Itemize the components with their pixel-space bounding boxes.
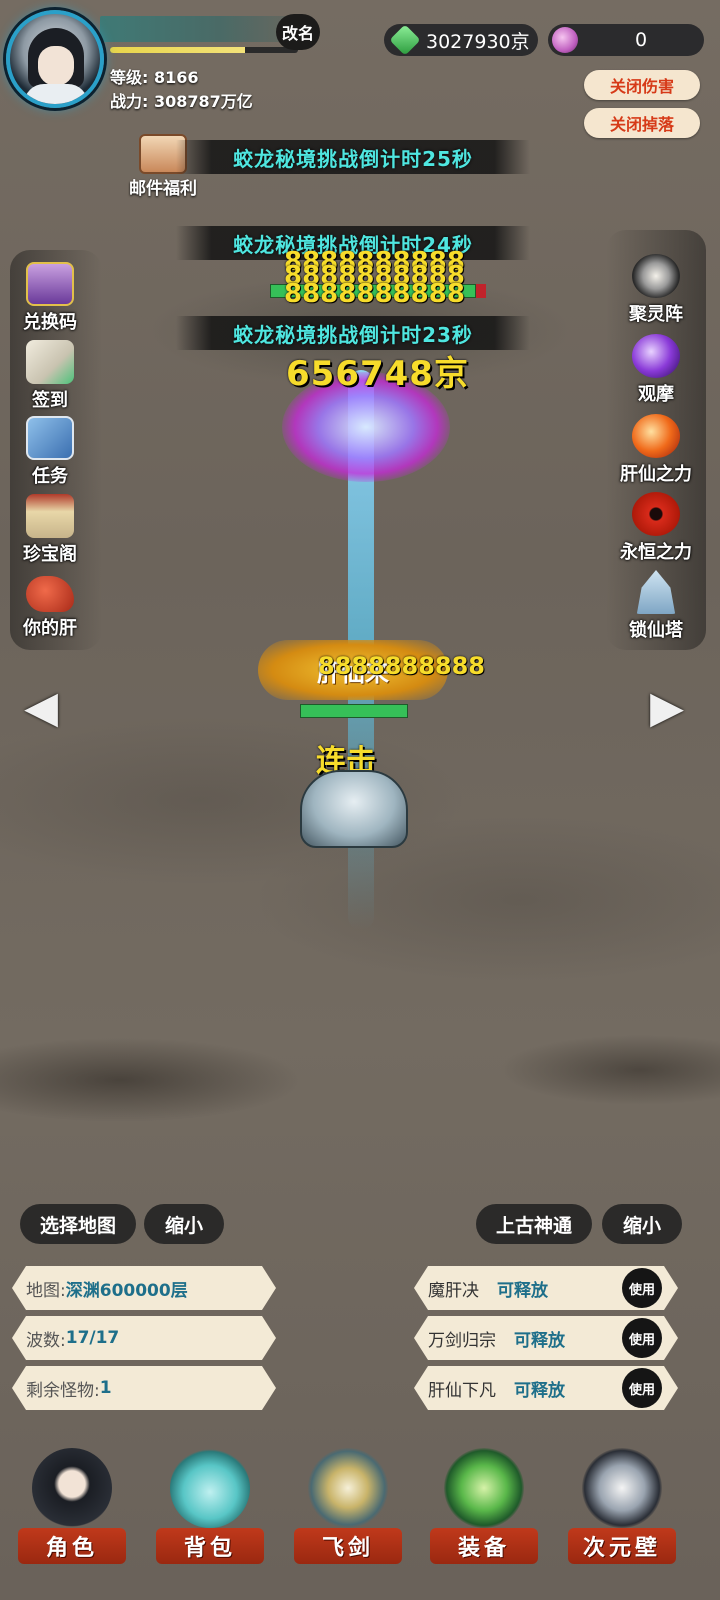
nav-bag[interactable]: 背包 — [150, 1448, 270, 1578]
ancient-powers-button[interactable]: 上古神通 — [476, 1204, 592, 1244]
player-power: 战力: 308787万亿 — [110, 92, 253, 111]
map-info-label: 地图: — [26, 1280, 66, 1301]
dimension-icon — [582, 1448, 662, 1528]
left-menu-label: 签到 — [32, 390, 68, 411]
player-hp-bar — [300, 704, 408, 718]
wave-info-value: 17/17 — [65, 1328, 120, 1348]
use-skill-button[interactable]: 使用 — [622, 1368, 662, 1408]
toggle-damage-button[interactable]: 关闭伤害 — [584, 70, 700, 100]
flying-sword-icon — [308, 1448, 388, 1528]
nav-label: 背包 — [156, 1528, 264, 1564]
task-scroll-icon — [26, 416, 74, 460]
right-menu-label: 观摩 — [638, 384, 674, 405]
enemy-hp-bar-end — [476, 284, 486, 298]
pavilion-icon — [26, 494, 74, 538]
right-menu-label: 聚灵阵 — [629, 304, 683, 325]
use-skill-button[interactable]: 使用 — [622, 1268, 662, 1308]
use-skill-button[interactable]: 使用 — [622, 1318, 662, 1358]
purple-orb-icon — [632, 334, 680, 378]
skill-status: 可释放 — [514, 1380, 565, 1401]
right-menu-label: 永恒之力 — [620, 542, 692, 563]
lock-immortal-tower-button[interactable]: 锁仙塔 — [616, 570, 696, 642]
bag-icon — [170, 1448, 250, 1528]
map-info-value: 深渊600000层 — [65, 1280, 188, 1301]
map-info: 地图: 深渊600000层 — [12, 1266, 276, 1310]
prev-arrow-icon[interactable]: ◀ — [22, 680, 60, 734]
player-hero — [300, 770, 408, 848]
spirit-array-button[interactable]: 聚灵阵 — [616, 254, 696, 326]
right-menu-label: 肝仙之力 — [620, 464, 692, 485]
combo-number-stack: 8888888888 — [318, 652, 485, 680]
observe-button[interactable]: 观摩 — [616, 334, 696, 406]
sign-in-button[interactable]: 签到 — [10, 340, 90, 412]
xp-bar-fill — [110, 47, 246, 53]
skill-name: 魔肝决 — [428, 1280, 479, 1301]
remaining-value: 1 — [99, 1378, 112, 1398]
shrink-left-button[interactable]: 缩小 — [144, 1204, 224, 1244]
left-menu-label: 兑换码 — [23, 312, 77, 333]
nav-dimension-wall[interactable]: 次元壁 — [562, 1448, 682, 1578]
chest-icon — [26, 262, 74, 306]
liver-icon — [26, 576, 74, 612]
remaining-label: 剩余怪物: — [26, 1380, 100, 1401]
player-name-bar — [100, 16, 300, 42]
green-gem-icon — [389, 24, 421, 56]
left-menu-label: 珍宝阁 — [23, 544, 77, 565]
gem-currency[interactable]: 3027930京 — [384, 24, 538, 56]
select-map-button[interactable]: 选择地图 — [20, 1204, 136, 1244]
skill-name: 肝仙下凡 — [428, 1380, 496, 1401]
shrink-right-button[interactable]: 缩小 — [602, 1204, 682, 1244]
character-icon — [32, 1448, 112, 1528]
next-arrow-icon[interactable]: ▶ — [648, 680, 686, 734]
rename-button[interactable]: 改名 — [276, 14, 320, 50]
left-menu-label: 任务 — [32, 466, 68, 487]
nav-label: 飞剑 — [294, 1528, 402, 1564]
skill-status: 可释放 — [514, 1330, 565, 1351]
eternal-power-button[interactable]: 永恒之力 — [616, 492, 696, 564]
countdown-banner: 蛟龙秘境挑战倒计时23秒 — [176, 316, 530, 350]
mail-label: 邮件福利 — [129, 179, 197, 199]
orb-currency[interactable]: 0 — [548, 24, 704, 56]
liver-immortal-power-button[interactable]: 肝仙之力 — [616, 414, 696, 486]
nav-label: 装备 — [430, 1528, 538, 1564]
wave-info-label: 波数: — [26, 1330, 66, 1351]
damage-number-stack: 8888888888 — [284, 279, 465, 309]
wave-info: 波数: 17/17 — [12, 1316, 276, 1360]
orb-amount: 0 — [634, 29, 648, 51]
nav-character[interactable]: 角色 — [12, 1448, 132, 1578]
nav-label: 次元壁 — [568, 1528, 676, 1564]
dragon-equip-icon — [444, 1448, 524, 1528]
xp-bar — [110, 47, 298, 53]
sharingan-icon — [632, 492, 680, 536]
toggle-drops-button[interactable]: 关闭掉落 — [584, 108, 700, 138]
redeem-code-button[interactable]: 兑换码 — [10, 262, 90, 334]
nav-flying-sword[interactable]: 飞剑 — [288, 1448, 408, 1578]
nav-equipment[interactable]: 装备 — [424, 1448, 544, 1578]
skill-status: 可释放 — [497, 1280, 548, 1301]
treasure-pavilion-button[interactable]: 珍宝阁 — [10, 494, 90, 566]
tower-icon — [636, 570, 676, 614]
scroll-icon — [26, 340, 74, 384]
damage-number: 656748京 — [286, 354, 469, 394]
purple-swirl-icon — [552, 27, 578, 53]
array-icon — [632, 254, 680, 298]
nav-label: 角色 — [18, 1528, 126, 1564]
player-level: 等级: 8166 — [110, 68, 199, 87]
task-button[interactable]: 任务 — [10, 416, 90, 488]
fire-orb-icon — [632, 414, 680, 458]
skill-name: 万剑归宗 — [428, 1330, 496, 1351]
countdown-banner: 蛟龙秘境挑战倒计时25秒 — [176, 140, 530, 174]
your-liver-button[interactable]: 你的肝 — [10, 576, 90, 640]
avatar[interactable] — [6, 10, 104, 108]
left-menu-label: 你的肝 — [23, 618, 77, 639]
remaining-monsters-info: 剩余怪物: 1 — [12, 1366, 276, 1410]
gem-amount: 3027930京 — [426, 30, 530, 53]
right-menu-label: 锁仙塔 — [629, 620, 683, 641]
